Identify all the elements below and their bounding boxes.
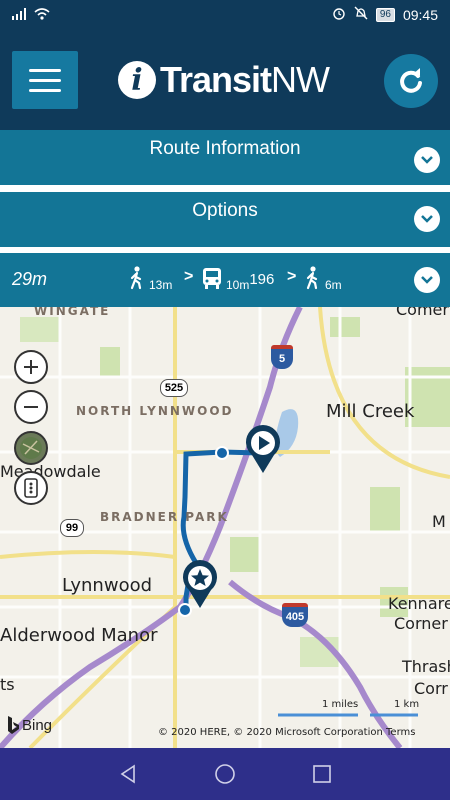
map-label: Kennare	[388, 594, 450, 613]
wifi-icon	[34, 7, 50, 23]
minus-icon	[24, 406, 38, 408]
walk-segment: 6m	[304, 266, 342, 292]
chevron-down-icon[interactable]	[414, 206, 440, 232]
interstate-shield: 405	[282, 603, 308, 627]
map-label: Comer	[396, 307, 449, 319]
interstate-shield: 5	[271, 345, 293, 369]
walk-icon	[306, 266, 318, 290]
status-bar: 96 09:45	[0, 0, 450, 30]
walk-segment: 13m	[128, 266, 173, 292]
chevron-down-icon[interactable]	[414, 267, 440, 293]
walk-icon	[130, 266, 142, 290]
back-icon	[120, 764, 136, 784]
plus-icon	[24, 360, 38, 374]
play-icon	[246, 425, 280, 473]
state-route-shield: 99	[60, 519, 84, 537]
clock: 09:45	[402, 6, 438, 23]
app-logo-text: TransitNW	[160, 59, 330, 101]
route-waypoint	[215, 446, 229, 460]
map-attribution[interactable]: © 2020 HERE, © 2020 Microsoft Corporatio…	[158, 727, 415, 738]
back-button[interactable]	[108, 754, 148, 794]
divider	[0, 185, 450, 192]
alarm-icon	[332, 6, 346, 23]
options-panel[interactable]: Options	[0, 192, 450, 247]
bus-route-number: 196	[249, 271, 275, 288]
scale-label-miles: 1 miles	[322, 699, 359, 710]
map-label: ts	[0, 675, 15, 694]
bing-logo: Bing	[6, 715, 52, 735]
hamburger-line	[29, 88, 61, 92]
home-icon	[215, 764, 235, 784]
bus-duration: 10m	[226, 278, 250, 292]
map-label: NORTH LYNNWOOD	[76, 404, 234, 418]
options-title: Options	[192, 200, 258, 221]
system-navigation-bar	[0, 748, 450, 800]
trip-duration: 29m	[12, 269, 48, 289]
map-label: WINGATE	[34, 307, 111, 318]
hamburger-line	[29, 78, 61, 82]
route-information-panel[interactable]: Route Information	[0, 130, 450, 185]
signal-icon	[12, 7, 28, 23]
map-view[interactable]: WINGATE NORTH LYNNWOOD Mill Creek Meadow…	[0, 307, 450, 748]
map-label: Corner	[394, 614, 448, 633]
hamburger-line	[29, 68, 61, 72]
scale-label-km: 1 km	[394, 699, 420, 710]
map-label: Alderwood Manor	[0, 625, 158, 646]
zoom-out-button[interactable]	[14, 390, 48, 424]
map-layers-button[interactable]	[14, 471, 48, 505]
recents-icon	[312, 765, 331, 783]
segment-arrow: >	[287, 268, 297, 285]
map-label: Mill Creek	[326, 401, 415, 422]
bus-icon	[203, 268, 221, 289]
refresh-icon	[400, 68, 422, 93]
app-logo: i TransitNW	[118, 56, 330, 104]
bing-logo-text: Bing	[22, 716, 53, 734]
app-header: i TransitNW	[0, 30, 450, 130]
bus-segment: 10m 196	[201, 266, 275, 292]
logo-text-bold: Transit	[160, 59, 272, 100]
state-route-shield: 525	[160, 379, 188, 397]
battery-indicator: 96	[375, 7, 395, 22]
bing-icon	[8, 716, 19, 734]
menu-button[interactable]	[12, 51, 78, 109]
map-label: Meadowdale	[0, 462, 101, 481]
map-label: BRADNER PARK	[100, 510, 229, 524]
destination-marker[interactable]	[181, 560, 219, 615]
map-label: Corr	[414, 679, 448, 698]
route-information-title: Route Information	[149, 138, 301, 159]
start-marker[interactable]	[244, 425, 282, 480]
logo-text-light: NW	[271, 59, 330, 100]
map-style-button[interactable]	[14, 431, 48, 465]
trip-summary-row[interactable]: 29m 13m > 10m 196 > 6m	[0, 253, 450, 307]
aerial-view-icon	[20, 437, 42, 459]
walk-duration: 13m	[149, 278, 173, 292]
segment-arrow: >	[184, 268, 194, 285]
chevron-down-icon[interactable]	[414, 147, 440, 173]
zoom-in-button[interactable]	[14, 350, 48, 384]
map-label: Thrash	[402, 657, 450, 676]
walk-duration: 6m	[325, 278, 342, 292]
star-icon	[183, 560, 217, 608]
map-label: Lynnwood	[62, 575, 153, 596]
info-logo-icon: i	[118, 61, 156, 99]
layers-icon	[24, 478, 38, 498]
refresh-button[interactable]	[384, 54, 438, 108]
recents-button[interactable]	[302, 754, 342, 794]
home-button[interactable]	[205, 754, 245, 794]
mute-icon	[354, 6, 368, 23]
map-label: M	[432, 512, 446, 531]
